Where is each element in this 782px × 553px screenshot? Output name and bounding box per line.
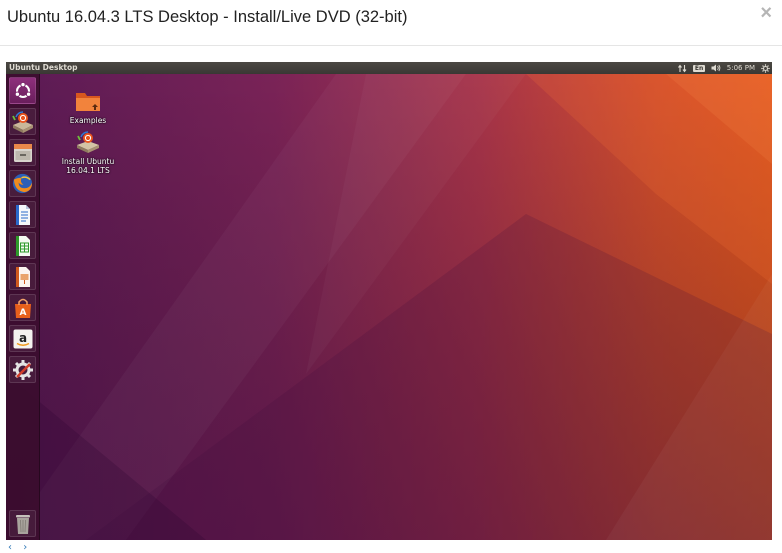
impress-presentation-icon <box>15 266 30 287</box>
next-arrow-icon[interactable]: › <box>23 542 31 553</box>
launcher: A a <box>6 74 40 540</box>
indicator-area: En 5:06 PM <box>672 62 770 74</box>
ubuntu-logo-icon <box>14 81 31 98</box>
launcher-item-firefox[interactable] <box>9 170 36 197</box>
top-panel: Ubuntu Desktop En 5:06 PM <box>6 62 772 74</box>
keyboard-layout-label: En <box>693 64 705 72</box>
clock[interactable]: 5:06 PM <box>727 62 755 74</box>
amazon-icon: a <box>13 329 32 348</box>
launcher-item-install-ubuntu[interactable] <box>9 108 36 135</box>
writer-document-icon <box>15 204 30 225</box>
ubuntu-desktop-screenshot: Ubuntu Desktop En 5:06 PM A a Examples I… <box>6 62 772 540</box>
desktop-icon-install-ubuntu[interactable]: Install Ubuntu 16.04.1 LTS <box>58 130 118 175</box>
desktop-icon-examples-label: Examples <box>69 116 107 125</box>
firefox-icon <box>12 173 33 194</box>
installer-icon <box>77 131 99 153</box>
trash-icon <box>15 514 30 534</box>
folder-icon <box>76 93 100 111</box>
desktop-icon-install-ubuntu-label-line1: Install Ubuntu <box>61 157 115 166</box>
launcher-item-dash-home[interactable] <box>9 77 36 104</box>
launcher-item-trash[interactable] <box>9 510 36 537</box>
screenshot-pager: ‹ › <box>8 542 31 553</box>
svg-text:A: A <box>19 308 26 318</box>
previous-arrow-icon[interactable]: ‹ <box>8 542 16 553</box>
modal-title: Ubuntu 16.04.3 LTS Desktop - Install/Liv… <box>7 8 408 26</box>
svg-text:a: a <box>18 331 26 345</box>
desktop-icon-examples[interactable]: Examples <box>58 89 118 125</box>
volume-icon[interactable] <box>711 64 721 72</box>
close-icon[interactable]: × <box>760 3 772 23</box>
software-bag-icon: A <box>14 298 31 318</box>
file-cabinet-icon <box>13 143 32 162</box>
launcher-item-libreoffice-writer[interactable] <box>9 201 36 228</box>
network-icon[interactable] <box>678 64 687 73</box>
desktop-icon-install-ubuntu-label-line2: 16.04.1 LTS <box>66 166 110 175</box>
calc-spreadsheet-icon <box>15 235 30 256</box>
installer-icon <box>11 110 33 133</box>
launcher-item-files[interactable] <box>9 139 36 166</box>
settings-tools-icon <box>12 359 33 380</box>
launcher-item-libreoffice-impress[interactable] <box>9 263 36 290</box>
launcher-item-libreoffice-calc[interactable] <box>9 232 36 259</box>
modal-header: Ubuntu 16.04.3 LTS Desktop - Install/Liv… <box>0 0 782 46</box>
launcher-item-amazon[interactable]: a <box>9 325 36 352</box>
desktop-wallpaper <box>6 74 772 540</box>
window-title: Ubuntu Desktop <box>9 63 78 72</box>
system-gear-icon[interactable] <box>761 63 770 73</box>
keyboard-layout-icon[interactable]: En <box>693 64 705 72</box>
launcher-item-system-settings[interactable] <box>9 356 36 383</box>
launcher-item-ubuntu-software[interactable]: A <box>9 294 36 321</box>
